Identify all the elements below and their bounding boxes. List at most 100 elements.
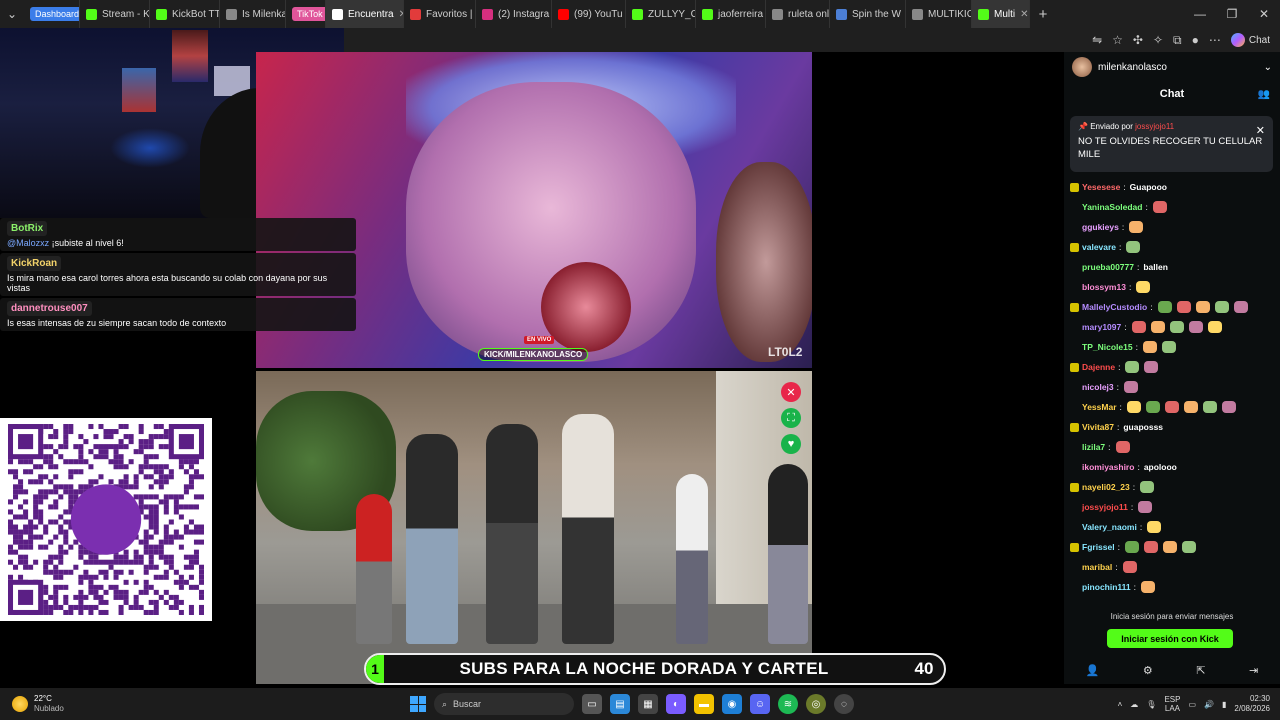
add-user-icon[interactable]: 👤	[1086, 664, 1100, 677]
chat-username[interactable]: Yesesese	[1082, 182, 1120, 192]
close-tab-icon[interactable]: ✕	[1020, 9, 1028, 20]
chat-username[interactable]: Fgrissel	[1082, 542, 1115, 552]
file-explorer-icon[interactable]: ▬	[694, 694, 714, 714]
windows-start-icon[interactable]	[410, 696, 426, 712]
browser-tab[interactable]: (99) YouTu✕	[552, 0, 626, 28]
fullscreen-icon[interactable]: ⛶	[781, 408, 801, 428]
qr-module	[163, 554, 169, 560]
taskbar-search[interactable]: ⌕ Buscar	[434, 693, 574, 715]
browser-tab[interactable]: KickBot TT✕	[150, 0, 220, 28]
browser-tab[interactable]: (2) Instagra✕	[476, 0, 552, 28]
browser-tab[interactable]: jaoferreira✕	[696, 0, 766, 28]
qr-module	[133, 559, 139, 565]
minimize-icon[interactable]: —	[1184, 7, 1216, 21]
app-icon[interactable]: ◎	[806, 694, 826, 714]
favorite-star-icon[interactable]: ☆	[1112, 33, 1123, 47]
chat-username[interactable]: maribal	[1082, 562, 1112, 572]
chat-username[interactable]: MallelyCustodio	[1082, 302, 1147, 312]
qr-module	[178, 574, 184, 580]
browser-tab[interactable]: Is Milenka✕	[220, 0, 286, 28]
browser-tab[interactable]: TikTok	[286, 0, 326, 28]
copilot-app-icon[interactable]: ◐	[666, 694, 686, 714]
spotify-icon[interactable]: ≋	[778, 694, 798, 714]
network-icon[interactable]: ▭	[1188, 700, 1196, 709]
store-icon[interactable]: ▦	[638, 694, 658, 714]
notepad-icon[interactable]: ▤	[610, 694, 630, 714]
browser-tab[interactable]: Encuentra✕	[326, 0, 404, 28]
qr-module	[23, 529, 29, 535]
chat-username[interactable]: nicolej3	[1082, 382, 1114, 392]
chat-username[interactable]: jossyjojo11	[1082, 502, 1128, 512]
chat-username[interactable]: nayeli02_23	[1082, 482, 1130, 492]
chat-username[interactable]: lizila7	[1082, 442, 1105, 452]
tab-list-chevron-icon[interactable]: ⌄	[0, 0, 24, 28]
chat-separator: :	[1130, 502, 1134, 512]
chevron-down-icon[interactable]: ⌄	[1264, 62, 1272, 73]
volume-icon[interactable]: 🔊	[1204, 700, 1214, 709]
chat-username[interactable]: YaninaSoledad	[1082, 202, 1142, 212]
weather-widget[interactable]: 22°C Nublado	[0, 694, 240, 714]
chat-username[interactable]: pinochin111	[1082, 582, 1131, 592]
discord-icon[interactable]: ☺	[750, 694, 770, 714]
more-icon[interactable]: ⋯	[1209, 33, 1221, 47]
tray-overflow-icon[interactable]: ˄	[1118, 700, 1123, 709]
chat-separator: :	[1150, 302, 1153, 312]
exit-icon[interactable]: ⇥	[1249, 664, 1258, 677]
browser-tab[interactable]: ruleta onli✕	[766, 0, 830, 28]
users-icon[interactable]: 👥	[1258, 89, 1270, 100]
edge-browser-icon[interactable]: ◉	[722, 694, 742, 714]
stream-video-bottom[interactable]	[256, 371, 812, 684]
restore-icon[interactable]: ❐	[1216, 7, 1248, 21]
browser-tab[interactable]: Dashboard	[24, 0, 80, 28]
browser-tab[interactable]: Favoritos |✕	[404, 0, 476, 28]
chat-username[interactable]: YessMar	[1082, 402, 1117, 412]
new-tab-button[interactable]: +	[1030, 6, 1056, 23]
browser-tab[interactable]: ZULLYY_CS✕	[626, 0, 696, 28]
obs-icon[interactable]: ◌	[834, 694, 854, 714]
chat-username[interactable]: valevare	[1082, 242, 1116, 252]
onedrive-icon[interactable]: ☁	[1130, 700, 1138, 709]
close-window-icon[interactable]: ✕	[1248, 7, 1280, 21]
language-indicator[interactable]: ESP LAA	[1164, 695, 1180, 713]
settings-gear-icon[interactable]: ⚙	[1143, 664, 1153, 677]
qr-module	[143, 569, 149, 575]
collections-icon[interactable]: ✧	[1153, 33, 1163, 47]
close-stream-icon[interactable]: ✕	[781, 382, 801, 402]
chat-username[interactable]: prueba00777	[1082, 262, 1134, 272]
qr-module	[73, 459, 79, 465]
translate-icon[interactable]: ⇋	[1092, 33, 1102, 47]
heart-icon[interactable]: ♥	[781, 434, 801, 454]
qr-module	[23, 514, 29, 520]
qr-module	[158, 499, 164, 505]
channel-header[interactable]: milenkanolasco ⌄	[1064, 52, 1280, 82]
copilot-button[interactable]: Chat	[1230, 33, 1270, 47]
chat-username[interactable]: ggukieys	[1082, 222, 1119, 232]
browser-tab[interactable]: MULTIKICK✕	[906, 0, 972, 28]
battery-icon[interactable]: ▮	[1222, 700, 1226, 709]
qr-module	[148, 504, 154, 510]
chat-username[interactable]: ikomiyashiro	[1082, 462, 1134, 472]
task-view-icon[interactable]: ▭	[582, 694, 602, 714]
chat-username[interactable]: Dajenne	[1082, 362, 1115, 372]
overlay-message: ¡subiste al nivel 6!	[51, 238, 124, 248]
qr-module	[118, 594, 124, 600]
login-with-kick-button[interactable]: Iniciar sesión con Kick	[1107, 629, 1233, 648]
chat-username[interactable]: Vivita87	[1082, 422, 1114, 432]
browser-tab[interactable]: Spin the W✕	[830, 0, 906, 28]
chat-username[interactable]: Valery_naomi	[1082, 522, 1137, 532]
close-pinned-icon[interactable]: ✕	[1256, 124, 1265, 137]
browser-tab[interactable]: Stream - Ki✕	[80, 0, 150, 28]
chat-username[interactable]: mary1097	[1082, 322, 1121, 332]
qr-module	[43, 459, 49, 465]
popout-icon[interactable]: ⇱	[1196, 664, 1205, 677]
profile-avatar-icon[interactable]: ●	[1192, 33, 1199, 47]
browser-tab[interactable]: Multi ✕	[972, 0, 1030, 28]
tab-actions-icon[interactable]: ⧉	[1173, 33, 1182, 48]
extensions-icon[interactable]: ✣	[1133, 33, 1143, 47]
chat-username[interactable]: TP_Nicole15	[1082, 342, 1133, 352]
chat-username[interactable]: blossym13	[1082, 282, 1126, 292]
clock[interactable]: 02:30 2/08/2026	[1234, 694, 1270, 714]
user-badge-icon	[1070, 223, 1079, 232]
mic-icon[interactable]: 🎙	[1146, 700, 1156, 709]
qr-module	[173, 594, 179, 600]
